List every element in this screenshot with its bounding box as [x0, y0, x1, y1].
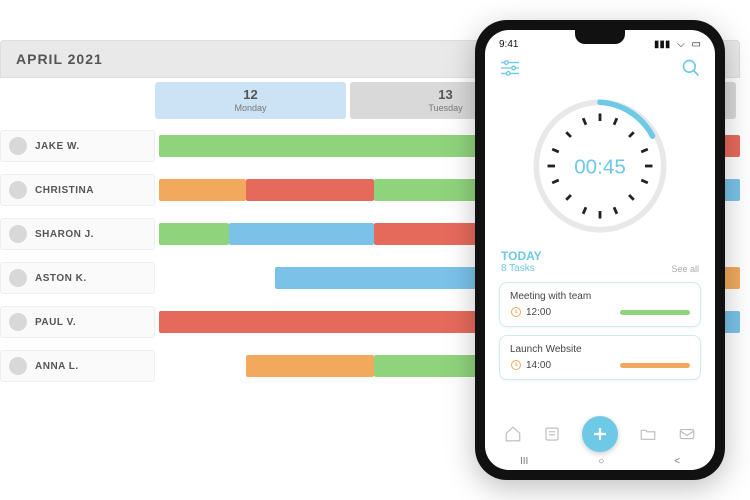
avatar: [9, 137, 27, 155]
avatar: [9, 269, 27, 287]
task-progress: [620, 310, 690, 315]
avatar: [9, 313, 27, 331]
signal-icon: ▮▮▮: [654, 39, 671, 50]
phone-notch: [575, 30, 625, 44]
avatar: [9, 225, 27, 243]
home-key[interactable]: ○: [598, 456, 604, 467]
home-icon[interactable]: [504, 425, 522, 443]
task-count: 8 Tasks: [501, 263, 542, 274]
task-card[interactable]: Launch Website 14:00: [499, 335, 701, 380]
search-icon[interactable]: [681, 58, 701, 83]
status-icons: ▮▮▮ ⌵ ▭: [650, 39, 701, 50]
person-label[interactable]: ASTON K.: [0, 262, 155, 294]
task-bar[interactable]: [159, 135, 479, 157]
see-all-link[interactable]: See all: [671, 264, 699, 274]
person-label[interactable]: CHRISTINA: [0, 174, 155, 206]
recents-key[interactable]: III: [520, 456, 528, 467]
clock-icon: [510, 306, 522, 318]
list-icon[interactable]: [543, 425, 561, 443]
person-label[interactable]: JAKE W.: [0, 130, 155, 162]
today-label: TODAY: [501, 249, 542, 263]
task-card[interactable]: Meeting with team 12:00: [499, 282, 701, 327]
battery-icon: ▭: [692, 39, 701, 50]
add-button[interactable]: [582, 416, 618, 452]
folder-icon[interactable]: [639, 425, 657, 443]
task-bar[interactable]: [229, 223, 374, 245]
bottom-nav: [485, 416, 715, 452]
phone-mockup: 9:41 ▮▮▮ ⌵ ▭: [475, 20, 725, 480]
avatar: [9, 181, 27, 199]
task-bar[interactable]: [159, 311, 519, 333]
mail-icon[interactable]: [678, 425, 696, 443]
settings-sliders-icon[interactable]: [499, 59, 521, 82]
wifi-icon: ⌵: [677, 39, 685, 50]
task-progress: [620, 363, 690, 368]
clock-icon: [510, 359, 522, 371]
task-bar[interactable]: [159, 179, 246, 201]
task-bar[interactable]: [246, 355, 374, 377]
android-nav-bar: III ○ <: [485, 454, 715, 468]
avatar: [9, 357, 27, 375]
person-label[interactable]: SHARON J.: [0, 218, 155, 250]
task-bar[interactable]: [159, 223, 229, 245]
person-label[interactable]: PAUL V.: [0, 306, 155, 338]
task-bar[interactable]: [723, 135, 740, 157]
timer-value: 00:45: [574, 155, 626, 178]
person-label[interactable]: ANNA L.: [0, 350, 155, 382]
back-key[interactable]: <: [674, 456, 680, 467]
day-column[interactable]: 12 Monday: [155, 82, 346, 119]
task-bar[interactable]: [246, 179, 374, 201]
timer[interactable]: 00:45: [485, 85, 715, 249]
status-time: 9:41: [499, 39, 518, 50]
